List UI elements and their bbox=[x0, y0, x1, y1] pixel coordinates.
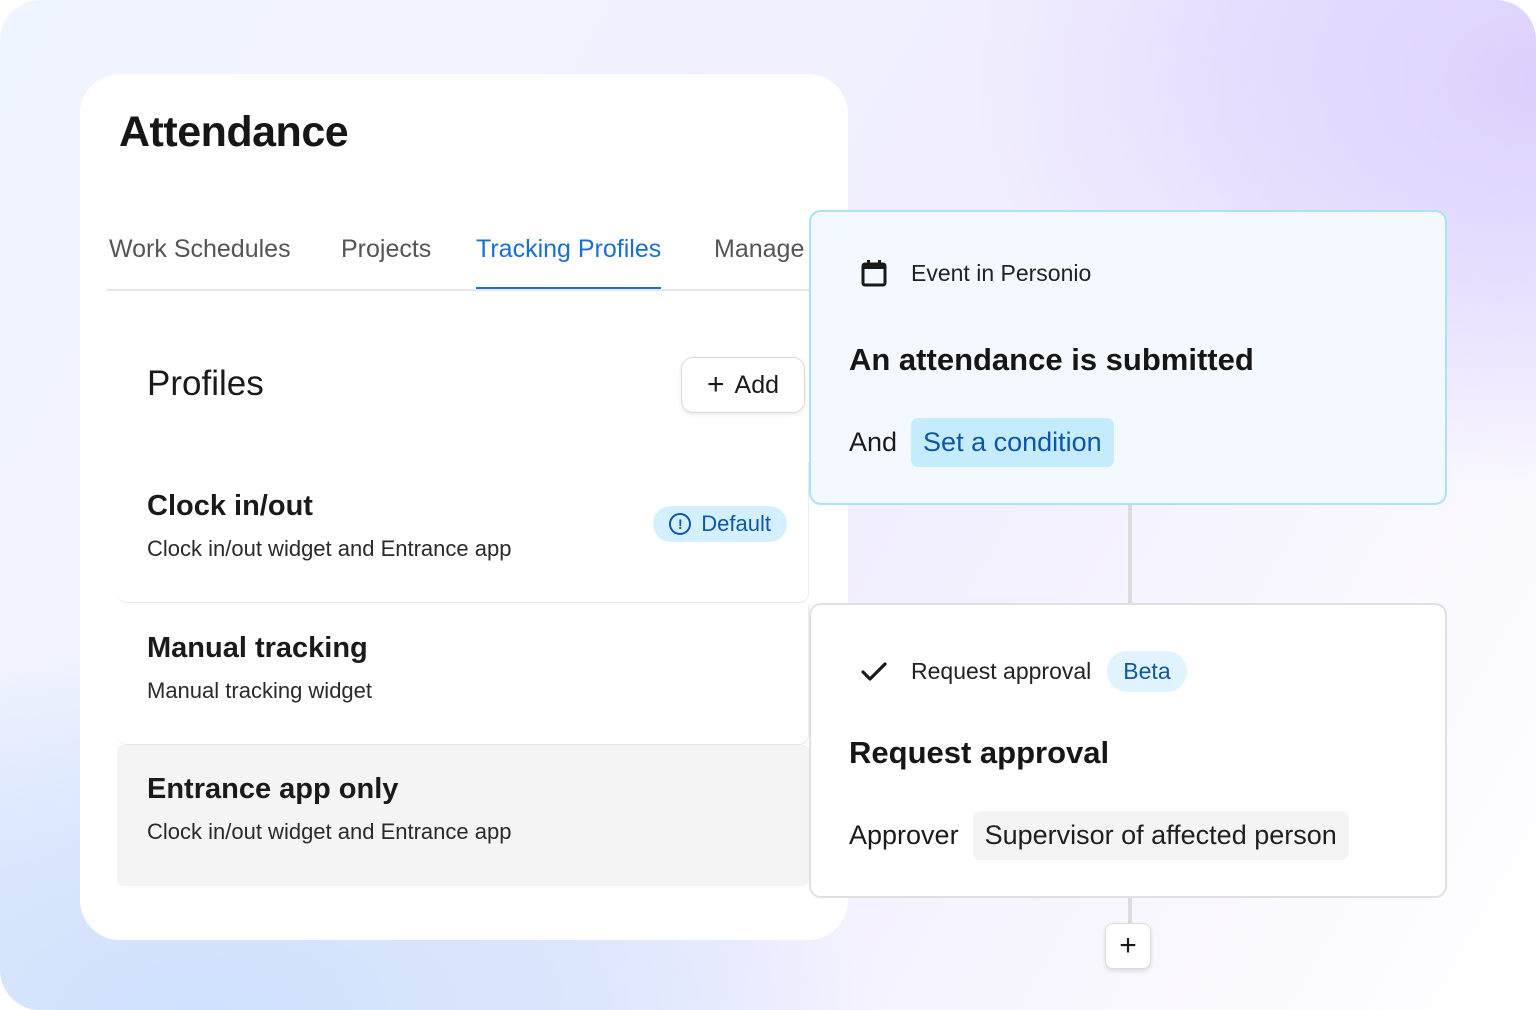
beta-badge: Beta bbox=[1107, 651, 1187, 692]
plus-icon: + bbox=[706, 368, 725, 401]
add-step-button[interactable]: + bbox=[1105, 923, 1151, 969]
profile-description: Clock in/out widget and Entrance app bbox=[147, 536, 512, 561]
set-condition-button[interactable]: Set a condition bbox=[911, 418, 1114, 467]
trigger-title: An attendance is submitted bbox=[849, 342, 1254, 377]
action-title: Request approval bbox=[849, 735, 1110, 770]
tab-bar: Work Schedules Projects Tracking Profile… bbox=[107, 224, 809, 291]
page-title: Attendance bbox=[119, 108, 349, 156]
profile-description: Manual tracking widget bbox=[147, 678, 373, 703]
tab-tracking-profiles[interactable]: Tracking Profiles bbox=[476, 234, 662, 289]
action-kind: Request approval bbox=[911, 658, 1092, 684]
default-badge-label: Default bbox=[701, 511, 771, 536]
tab-projects[interactable]: Projects bbox=[341, 234, 431, 287]
action-card[interactable]: Request approval Beta Request approval A… bbox=[809, 603, 1447, 898]
profile-name: Entrance app only bbox=[147, 773, 399, 805]
add-button-label: Add bbox=[734, 370, 779, 399]
approver-label: Approver bbox=[849, 820, 959, 850]
profile-item[interactable]: Clock in/out Clock in/out widget and Ent… bbox=[117, 462, 809, 603]
section-title: Profiles bbox=[147, 364, 264, 403]
profile-item[interactable]: Entrance app only Clock in/out widget an… bbox=[117, 745, 809, 886]
trigger-card[interactable]: Event in Personio An attendance is submi… bbox=[809, 210, 1447, 505]
action-header: Request approval Beta bbox=[859, 651, 1187, 692]
workflow-connector bbox=[1128, 505, 1132, 603]
profile-description: Clock in/out widget and Entrance app bbox=[147, 819, 512, 844]
profile-name: Clock in/out bbox=[147, 490, 313, 522]
calendar-icon bbox=[859, 258, 889, 288]
default-badge: ! Default bbox=[653, 506, 787, 542]
info-icon: ! bbox=[669, 513, 692, 535]
trigger-kind: Event in Personio bbox=[911, 259, 1092, 286]
check-icon bbox=[859, 657, 889, 687]
profile-item[interactable]: Manual tracking Manual tracking widget bbox=[117, 604, 809, 745]
approver-value[interactable]: Supervisor of affected person bbox=[972, 811, 1349, 860]
attendance-panel: Attendance Work Schedules Projects Track… bbox=[80, 74, 848, 940]
tab-work-schedules[interactable]: Work Schedules bbox=[109, 234, 291, 287]
profile-name: Manual tracking bbox=[147, 632, 368, 664]
and-label: And bbox=[849, 427, 898, 457]
condition-row: And Set a condition bbox=[849, 418, 1114, 467]
approver-row: Approver Supervisor of affected person bbox=[849, 811, 1349, 860]
trigger-header: Event in Personio bbox=[859, 258, 1091, 288]
workflow-connector bbox=[1128, 898, 1132, 924]
tab-manage[interactable]: Manage bbox=[714, 234, 804, 287]
add-profile-button[interactable]: + Add bbox=[681, 357, 805, 413]
